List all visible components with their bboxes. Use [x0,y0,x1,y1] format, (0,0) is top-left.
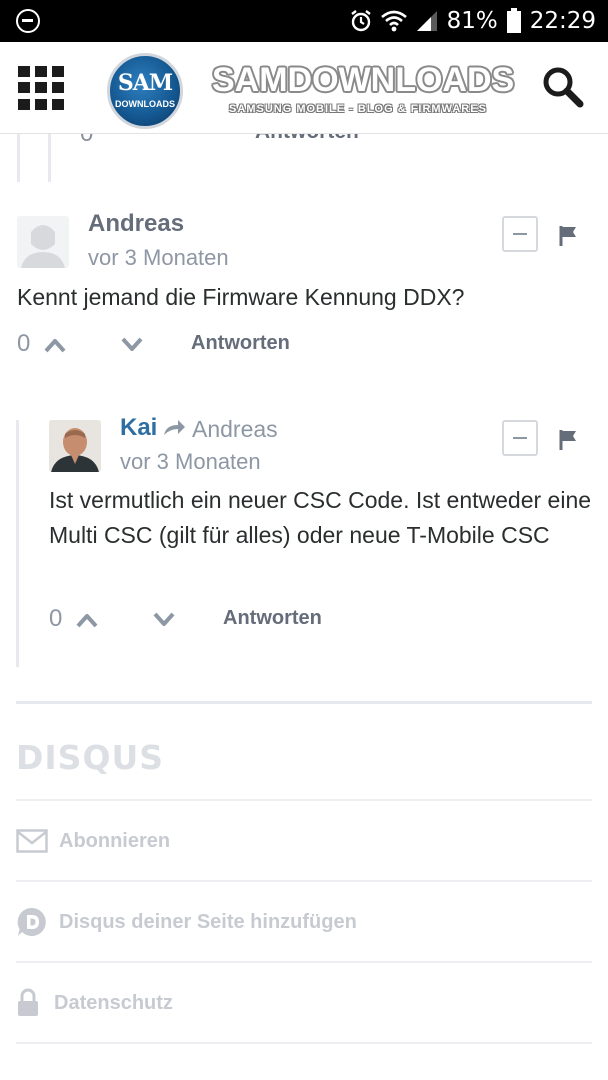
logo-badge-line1: SAM [117,70,173,96]
reply-button[interactable]: Antworten [223,607,322,630]
user-photo [49,420,101,472]
avatar[interactable] [49,420,101,472]
site-logo-wordmark[interactable]: SAMDOWNLOADS SAMSUNG MOBILE - BLOG & FIR… [212,59,515,121]
footer-divider [16,701,592,704]
divider [16,880,592,882]
disqus-logo[interactable]: DISQUS [16,738,164,777]
upvote-icon[interactable] [75,611,99,629]
menu-grid-button[interactable] [18,66,64,110]
search-button[interactable] [540,64,586,110]
logo-badge-line2: DOWNLOADS [115,99,175,109]
battery-percent: 81% [446,8,498,34]
comment-actions: 0 Antworten [49,605,349,635]
battery-icon [506,8,521,33]
envelope-icon [16,829,48,853]
divider [16,799,592,801]
wifi-icon [380,10,407,32]
privacy-link[interactable]: Datenschutz [16,986,173,1020]
subscribe-label: Abonnieren [59,829,171,852]
comment-timestamp[interactable]: vor 3 Monaten [120,449,261,475]
reply-arrow-icon [164,420,185,435]
site-logo-badge[interactable]: SAM DOWNLOADS [107,53,183,129]
divider [16,961,592,963]
cellular-signal-icon [416,11,437,31]
add-disqus-link[interactable]: Disqus deiner Seite hinzufügen [16,905,357,939]
comment-reply: Kai Andreas vor 3 Monaten Ist vermutlich… [0,134,608,674]
alarm-icon [350,10,371,32]
clock: 22:29 [529,8,596,34]
disqus-d-icon [17,907,46,936]
do-not-disturb-icon [16,9,40,33]
privacy-label: Datenschutz [54,991,173,1014]
site-header: SAM DOWNLOADS SAMDOWNLOADS SAMSUNG MOBIL… [0,42,608,134]
divider [16,1042,592,1044]
reply-to-author[interactable]: Andreas [192,416,278,443]
flag-button[interactable] [559,428,579,452]
collapse-button[interactable] [502,420,538,456]
logo-subtitle: SAMSUNG MOBILE - BLOG & FIRMWARES [229,103,487,115]
comment-author[interactable]: Kai [120,414,157,442]
add-disqus-label: Disqus deiner Seite hinzufügen [59,910,357,933]
search-icon [543,67,584,108]
comment-body: Ist vermutlich ein neuer CSC Code. Ist e… [49,487,592,548]
grid-icon [18,66,30,77]
subscribe-link[interactable]: Abonnieren [16,824,170,858]
status-bar: 81% 22:29 [0,0,608,42]
comments-section: 0 Antworten Andreas vor 3 Monaten Kennt … [0,134,608,1080]
downvote-icon[interactable] [152,611,176,629]
logo-title: SAMDOWNLOADS [212,61,515,99]
vote-count: 0 [49,605,63,632]
flag-icon [559,430,576,450]
lock-icon [18,988,38,1016]
